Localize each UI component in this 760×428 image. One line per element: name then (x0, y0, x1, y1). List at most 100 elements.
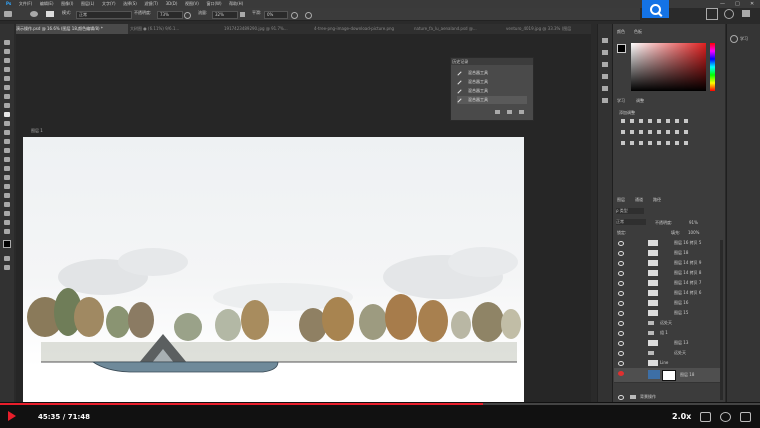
quick-mask-icon[interactable] (4, 256, 10, 261)
pressure-opacity-icon[interactable] (184, 12, 191, 19)
frame-tool-icon[interactable] (4, 85, 10, 90)
eye-icon[interactable] (618, 261, 624, 266)
learn-label[interactable]: 学习 (740, 36, 748, 42)
history-item[interactable]: 混合器工具 (457, 78, 527, 86)
maximize-button[interactable]: □ (735, 0, 740, 8)
trash-icon[interactable] (519, 110, 524, 114)
load-brush-icon[interactable] (46, 11, 54, 17)
tab-color[interactable]: 颜色 (617, 29, 625, 35)
play-icon[interactable] (8, 411, 16, 421)
eye-icon[interactable] (618, 341, 624, 346)
path-select-tool-icon[interactable] (4, 193, 10, 198)
eye-icon[interactable] (618, 395, 624, 400)
flow-input[interactable]: 32% (212, 11, 238, 19)
menu-help[interactable]: 帮助(H) (229, 0, 243, 8)
quick-select-tool-icon[interactable] (4, 67, 10, 72)
tab-learn[interactable]: 学习 (617, 98, 625, 104)
layers-scrollbar[interactable] (720, 240, 723, 400)
workspace-icon[interactable] (706, 8, 718, 20)
airbrush-icon[interactable] (240, 12, 245, 17)
history-item[interactable]: 混合器工具 (457, 69, 527, 77)
adjustment-icons-row-1[interactable] (621, 119, 691, 123)
tab-channels[interactable]: 通道 (635, 197, 643, 203)
tab-swatches[interactable]: 色板 (634, 29, 642, 35)
move-tool-icon[interactable] (4, 40, 10, 45)
history-item-active[interactable]: 混合器工具 (457, 96, 527, 104)
tab-adjustments[interactable]: 调整 (636, 98, 644, 104)
menu-layer[interactable]: 图层(L) (81, 0, 94, 8)
eye-icon[interactable] (618, 321, 624, 326)
eraser-tool-icon[interactable] (4, 139, 10, 144)
layer-opacity-input[interactable]: 91% (689, 220, 698, 225)
layer-filter-select[interactable]: ρ 类型 (616, 208, 644, 214)
smoothing-input[interactable]: 0% (264, 11, 288, 19)
character-panel-icon[interactable] (602, 62, 608, 67)
subtitle-icon[interactable] (700, 412, 711, 422)
marquee-tool-icon[interactable] (4, 49, 10, 54)
menu-3d[interactable]: 3D(D) (166, 0, 178, 8)
eye-icon[interactable] (618, 251, 624, 256)
tab-document-4[interactable]: 4-tree-png-image-download-picture.png (314, 24, 412, 34)
blend-mode-select[interactable]: 正常 (616, 219, 646, 225)
brush-preset-icon[interactable] (30, 11, 38, 17)
paragraph-panel-icon[interactable] (602, 74, 608, 79)
adjustment-icons-row-3[interactable] (621, 141, 691, 145)
fill-input[interactable]: 100% (688, 230, 699, 235)
smoothing-settings-icon[interactable] (291, 12, 298, 19)
more-tools-icon[interactable] (4, 229, 10, 234)
foreground-color-chip[interactable] (617, 44, 626, 53)
history-item[interactable]: 混合器工具 (457, 87, 527, 95)
eye-icon[interactable] (618, 361, 624, 366)
hand-tool-icon[interactable] (4, 211, 10, 216)
history-brush-tool-icon[interactable] (4, 130, 10, 135)
eye-icon[interactable] (618, 291, 624, 296)
tab-active-document[interactable]: 演示操作.psd @ 16.6% (图层 18,颜色编辑/8) * (16, 24, 128, 34)
share-icon[interactable] (724, 9, 734, 19)
ps-logo-icon[interactable]: Ps (6, 0, 11, 8)
eye-icon[interactable] (618, 241, 624, 246)
healing-brush-tool-icon[interactable] (4, 103, 10, 108)
eye-icon[interactable] (618, 371, 624, 376)
minimize-button[interactable]: — (720, 0, 725, 8)
mode-select[interactable]: 正常 (76, 11, 132, 19)
tab-layers[interactable]: 图层 (617, 197, 625, 203)
shape-tool-icon[interactable] (4, 202, 10, 207)
tab-document-3[interactable]: 1917423489290.jpg @ 91.7%... (224, 24, 312, 34)
lasso-tool-icon[interactable] (4, 58, 10, 63)
fullscreen-icon[interactable] (740, 412, 751, 422)
settings-icon[interactable] (720, 412, 731, 422)
search-button[interactable] (642, 0, 669, 18)
dodge-tool-icon[interactable] (4, 166, 10, 171)
menu-image[interactable]: 图像(I) (61, 0, 73, 8)
zoom-tool-icon[interactable] (4, 220, 10, 225)
properties-panel-icon[interactable] (602, 98, 608, 103)
type-tool-icon[interactable] (4, 184, 10, 189)
menu-window[interactable]: 窗口(W) (206, 0, 221, 8)
crop-tool-icon[interactable] (4, 76, 10, 81)
tab-document-5[interactable]: nature_fa_lu_aenaland.psd @... (414, 24, 504, 34)
menu-edit[interactable]: 编辑(E) (40, 0, 54, 8)
screen-mode-icon[interactable] (4, 265, 10, 270)
document-canvas[interactable] (23, 137, 524, 402)
pressure-size-icon[interactable] (305, 12, 312, 19)
layer-row-selected[interactable]: 图层 18 (614, 368, 720, 383)
camera-icon[interactable] (507, 110, 512, 114)
glyphs-panel-icon[interactable] (602, 86, 608, 91)
clone-stamp-tool-icon[interactable] (4, 121, 10, 126)
menu-filter[interactable]: 滤镜(T) (144, 0, 158, 8)
layout-icon[interactable] (742, 10, 750, 17)
new-document-from-state-icon[interactable] (495, 110, 500, 114)
eyedropper-tool-icon[interactable] (4, 94, 10, 99)
tab-paths[interactable]: 路径 (653, 197, 661, 203)
menu-type[interactable]: 文字(Y) (102, 0, 116, 8)
eye-icon[interactable] (618, 281, 624, 286)
gradient-tool-icon[interactable] (4, 148, 10, 153)
eye-icon[interactable] (618, 351, 624, 356)
brush-tool-icon[interactable] (4, 112, 10, 117)
mixer-brush-tool-icon[interactable] (4, 11, 12, 17)
menu-view[interactable]: 视图(V) (185, 0, 199, 8)
eye-icon[interactable] (618, 301, 624, 306)
tab-document-2[interactable]: 大树图 ● (6.11%) 9/6.1... (130, 24, 222, 34)
opacity-input[interactable]: 73% (157, 11, 183, 19)
menu-file[interactable]: 文件(F) (19, 0, 32, 8)
